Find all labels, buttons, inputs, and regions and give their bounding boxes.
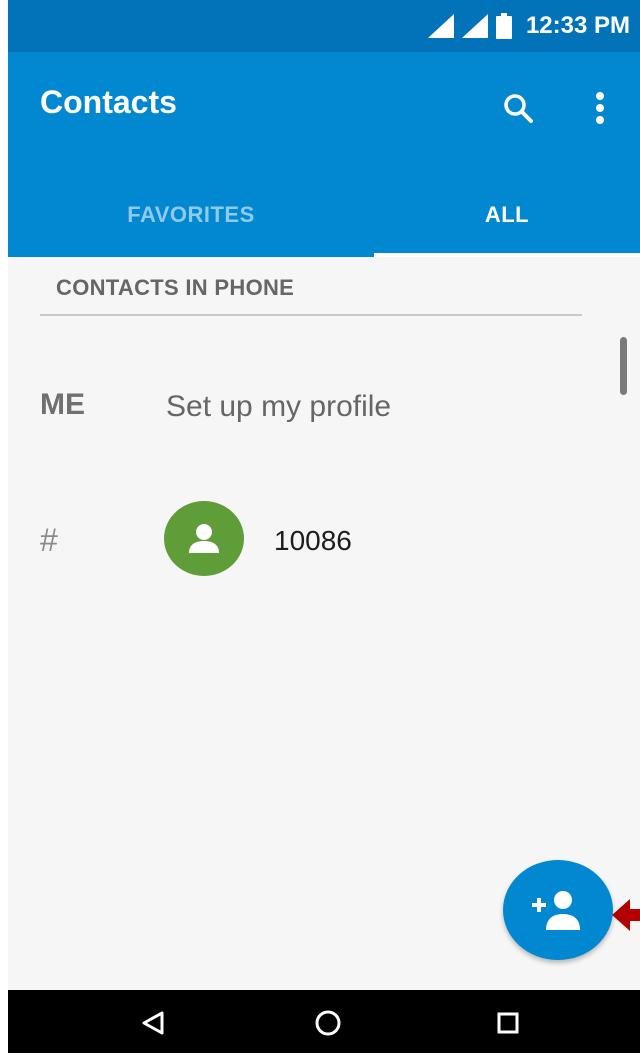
app-title: Contacts bbox=[40, 84, 177, 120]
avatar[interactable] bbox=[164, 501, 244, 576]
list-section-letter: # bbox=[40, 522, 58, 558]
setup-profile-item[interactable]: Set up my profile bbox=[166, 390, 391, 424]
status-time: 12:33 PM bbox=[525, 12, 630, 39]
add-person-icon bbox=[532, 891, 580, 930]
status-icons: 12:33 PM bbox=[427, 12, 630, 40]
me-label: ME bbox=[40, 388, 85, 421]
back-button[interactable] bbox=[118, 998, 188, 1048]
more-vert-icon bbox=[596, 92, 604, 124]
add-contact-button[interactable] bbox=[503, 860, 613, 960]
tab-all[interactable]: ALL bbox=[374, 172, 640, 257]
divider bbox=[40, 314, 582, 316]
back-icon bbox=[142, 1011, 164, 1035]
scrollbar[interactable] bbox=[620, 337, 627, 395]
signal-icon bbox=[427, 14, 454, 38]
contact-name[interactable]: 10086 bbox=[274, 525, 352, 557]
screen: 12:33 PM Contacts FAVORITES ALL CONTACTS… bbox=[8, 0, 640, 1053]
section-header: CONTACTS IN PHONE bbox=[56, 275, 295, 300]
search-button[interactable] bbox=[492, 82, 544, 134]
home-icon bbox=[315, 1010, 341, 1036]
more-options-button[interactable] bbox=[578, 82, 622, 134]
recents-icon bbox=[497, 1012, 519, 1034]
person-icon bbox=[189, 523, 219, 553]
home-button[interactable] bbox=[293, 998, 363, 1048]
search-icon bbox=[504, 94, 533, 123]
app-bar: Contacts FAVORITES ALL bbox=[8, 52, 640, 257]
annotation-arrow-icon bbox=[612, 899, 640, 931]
navigation-bar bbox=[8, 990, 640, 1053]
status-bar: 12:33 PM bbox=[8, 0, 640, 52]
signal-icon bbox=[461, 14, 488, 38]
tab-favorites[interactable]: FAVORITES bbox=[8, 172, 374, 257]
recents-button[interactable] bbox=[473, 998, 543, 1048]
battery-icon bbox=[495, 13, 512, 39]
tab-indicator bbox=[374, 253, 640, 257]
